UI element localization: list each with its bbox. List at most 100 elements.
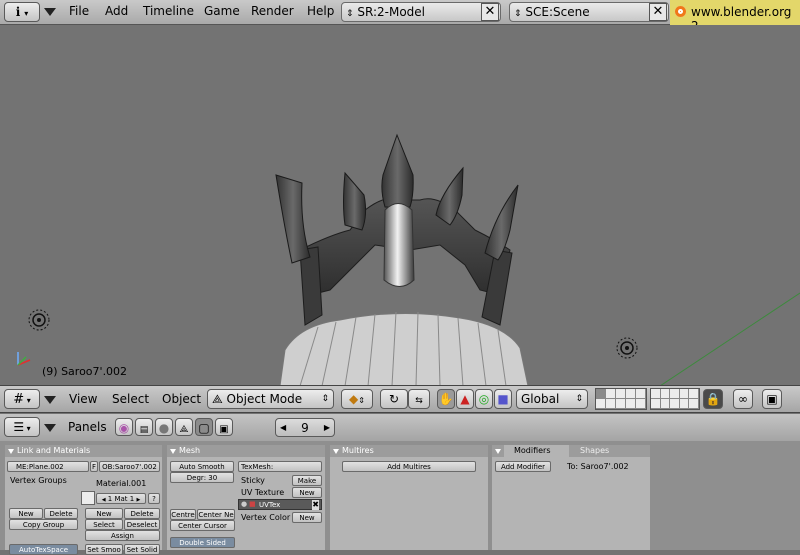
layer-toggle[interactable] (596, 389, 606, 399)
collapse-menu-icon[interactable] (44, 424, 56, 432)
collapse-triangle-icon[interactable] (495, 449, 501, 454)
material-select-button[interactable]: Select (85, 519, 123, 530)
material-assign-button[interactable]: Assign (85, 530, 160, 541)
collapse-menu-icon[interactable] (44, 396, 56, 404)
snap-button[interactable]: ⇆ (408, 389, 430, 409)
add-modifier-button[interactable]: Add Modifier (495, 461, 551, 472)
editing-context-button[interactable]: ▢ (195, 418, 213, 436)
link-button[interactable]: ∞ (733, 389, 753, 409)
arrow-left-icon[interactable]: ◀ (280, 419, 286, 437)
collapse-triangle-icon[interactable] (170, 449, 176, 454)
collapse-menu-icon[interactable] (44, 8, 56, 16)
menu-select[interactable]: Select (112, 392, 149, 406)
shading-context-button[interactable]: ● (155, 418, 173, 436)
orientation-selector[interactable]: Global ⇕ (516, 389, 588, 409)
material-color-swatch[interactable] (81, 491, 95, 505)
add-multires-button[interactable]: Add Multires (342, 461, 476, 472)
uvtex-row[interactable]: ● ■ UVTex ✖ (238, 499, 322, 510)
scene-close-button[interactable]: ✕ (649, 3, 667, 21)
layer-toggle[interactable] (606, 399, 616, 409)
screen-close-button[interactable]: ✕ (481, 3, 499, 21)
layer-toggle[interactable] (660, 389, 671, 399)
layer-toggle[interactable] (679, 399, 690, 409)
3d-viewport[interactable]: (9) Saroo7'.002 (0, 25, 800, 386)
menu-render[interactable]: Render (251, 4, 294, 18)
layer-toggle[interactable] (636, 389, 646, 399)
material-deselect-button[interactable]: Deselect (124, 519, 160, 530)
menu-file[interactable]: File (69, 4, 89, 18)
frame-number-field[interactable]: ◀ 9 ▶ (275, 418, 335, 437)
layer-toggle[interactable] (626, 389, 636, 399)
vgroup-new-button[interactable]: New (9, 508, 43, 519)
material-delete-button[interactable]: Delete (124, 508, 160, 519)
fake-user-toggle[interactable]: F (90, 461, 98, 472)
layer-toggle[interactable] (689, 399, 699, 409)
tab-modifiers[interactable]: Modifiers (504, 445, 569, 457)
camera-icon[interactable]: ● (241, 500, 247, 508)
center-cursor-button[interactable]: Center Cursor (170, 520, 235, 531)
arrow-right-icon[interactable]: ▶ (324, 419, 330, 437)
layer-toggle[interactable] (679, 389, 690, 399)
object-context-button[interactable]: ⟁ (175, 418, 193, 436)
layer-toggle[interactable] (606, 389, 616, 399)
logic-context-button[interactable]: ◉ (115, 418, 133, 436)
layer-toggle[interactable] (670, 389, 680, 399)
menu-game[interactable]: Game (204, 4, 240, 18)
material-help-button[interactable]: ? (148, 493, 160, 504)
script-context-button[interactable]: ▤ (135, 418, 153, 436)
scale-button[interactable]: ■ (494, 389, 512, 409)
scene-context-button[interactable]: ▣ (215, 418, 233, 436)
layer-buttons-group-2[interactable] (650, 388, 700, 410)
mode-selector[interactable]: ⟁ Object Mode ⇕ (207, 389, 334, 409)
layer-toggle[interactable] (616, 399, 626, 409)
layer-buttons-group-1[interactable] (595, 388, 647, 410)
lock-layers-button[interactable]: 🔒 (703, 389, 723, 409)
menu-view[interactable]: View (69, 392, 97, 406)
uv-texture-new-button[interactable]: New (292, 487, 322, 498)
collapse-triangle-icon[interactable] (333, 449, 339, 454)
pivot-button[interactable]: ↻ (380, 389, 408, 409)
sticky-make-button[interactable]: Make (292, 475, 322, 486)
copy-group-button[interactable]: Copy Group (9, 519, 78, 530)
draw-type-button[interactable]: ◆⇕ (341, 389, 373, 409)
layer-toggle[interactable] (636, 399, 646, 409)
editor-type-button[interactable]: i ▾ (4, 2, 40, 22)
view-editor-type-button[interactable]: # ▾ (4, 389, 40, 409)
layer-toggle[interactable] (651, 399, 661, 409)
layer-toggle[interactable] (616, 389, 626, 399)
auto-smooth-toggle[interactable]: Auto Smooth (170, 461, 234, 472)
layer-toggle[interactable] (596, 399, 606, 409)
mesh-name-field[interactable]: ME:Plane.002 (7, 461, 89, 472)
centre-button[interactable]: Centre (170, 509, 196, 520)
close-icon[interactable]: ✖ (312, 500, 319, 510)
menu-help[interactable]: Help (307, 4, 334, 18)
collapse-triangle-icon[interactable] (8, 449, 14, 454)
material-index-field[interactable]: ◀ 1 Mat 1 ▶ (96, 493, 146, 504)
menu-add[interactable]: Add (105, 4, 128, 18)
panels-label[interactable]: Panels (68, 420, 107, 434)
rotate-button[interactable]: ◎ (475, 389, 493, 409)
layer-toggle[interactable] (660, 399, 671, 409)
render-icon[interactable]: ■ (249, 500, 256, 508)
menu-object[interactable]: Object (162, 392, 201, 406)
vertex-color-new-button[interactable]: New (292, 512, 322, 523)
tex-mesh-field[interactable]: TexMesh: (238, 461, 322, 472)
layer-toggle[interactable] (670, 399, 680, 409)
buttons-editor-type-button[interactable]: ☰ ▾ (4, 417, 40, 437)
scene-selector[interactable]: ⇕ SCE:Scene (509, 2, 669, 22)
manipulator-hand-button[interactable]: ✋ (437, 389, 455, 409)
object-name-field[interactable]: OB:Saroo7'.002 (99, 461, 160, 472)
render-view-button[interactable]: ▣ (762, 389, 782, 409)
vgroup-delete-button[interactable]: Delete (44, 508, 78, 519)
tab-shapes[interactable]: Shapes (572, 445, 642, 457)
translate-button[interactable]: ▲ (456, 389, 474, 409)
layer-toggle[interactable] (626, 399, 636, 409)
screen-selector[interactable]: ⇕ SR:2-Model (341, 2, 501, 22)
layer-toggle[interactable] (651, 389, 661, 399)
material-new-button[interactable]: New (85, 508, 123, 519)
menu-timeline[interactable]: Timeline (143, 4, 194, 18)
centre-new-button[interactable]: Center Ne (197, 509, 235, 520)
layer-toggle[interactable] (689, 389, 699, 399)
degr-field[interactable]: Degr: 30 (170, 472, 234, 483)
double-sided-toggle[interactable]: Double Sided (170, 537, 235, 548)
